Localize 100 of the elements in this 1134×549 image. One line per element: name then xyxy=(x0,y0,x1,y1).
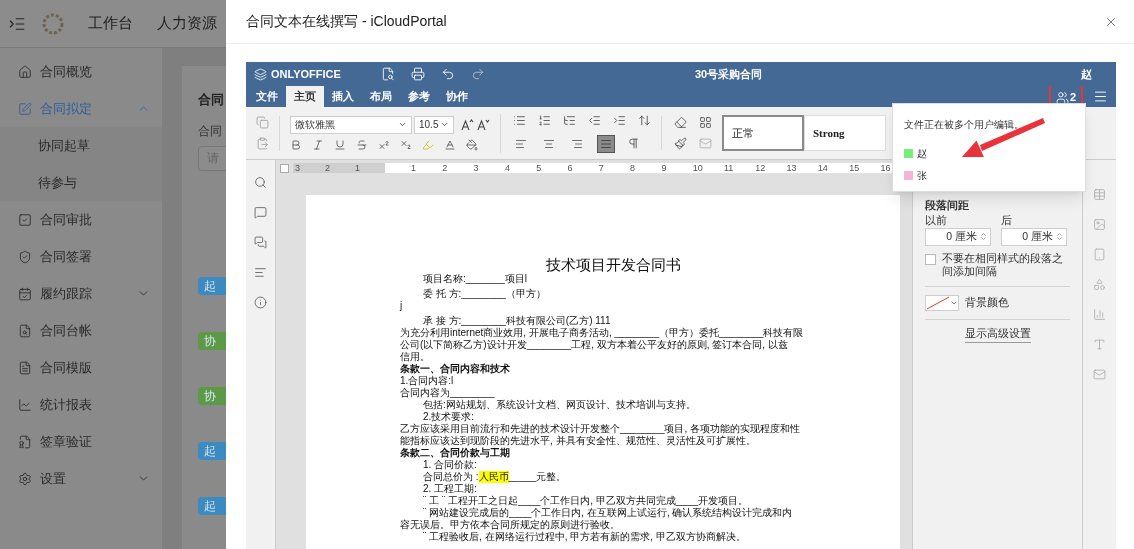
ruler-number: 2 xyxy=(325,163,331,173)
document-text: 2. 工程工期: xyxy=(423,483,477,495)
sidebar-item[interactable]: 统计报表 xyxy=(0,386,162,423)
ruler-number: 7 xyxy=(598,163,605,173)
ribbon-tab[interactable]: 参考 xyxy=(400,86,438,107)
ribbon-tab[interactable]: 插入 xyxy=(324,86,362,107)
multilevel-list-icon[interactable] xyxy=(563,113,576,127)
menu-icon[interactable] xyxy=(1093,89,1108,104)
sidebar-item[interactable]: 设置 xyxy=(0,460,162,497)
document-text: 2.技术要求: xyxy=(423,411,475,423)
document-heading: 条款二、合同价款与工期 xyxy=(400,447,510,459)
pilcrow-icon[interactable] xyxy=(627,137,640,150)
no-color-swatch-icon xyxy=(926,295,950,310)
align-icon xyxy=(600,137,612,150)
document-text: 1. 合同价款: xyxy=(423,459,477,471)
chat-icon[interactable] xyxy=(254,236,267,249)
navigation-icon[interactable] xyxy=(254,266,267,279)
document-text: 合同总价为 : xyxy=(423,471,479,483)
caret-icon xyxy=(398,120,407,129)
format-painter-icon[interactable] xyxy=(674,137,687,150)
info-icon[interactable] xyxy=(254,296,267,309)
numbered-list-icon[interactable] xyxy=(538,113,551,127)
comment-icon[interactable] xyxy=(254,206,267,219)
section-label: 段落间距 xyxy=(925,198,970,213)
font-color-icon[interactable] xyxy=(444,138,456,151)
decrease-indent-icon[interactable] xyxy=(588,113,601,127)
document-text: 1.合同内容:l xyxy=(400,375,454,387)
ruler-number: 3 xyxy=(295,163,301,173)
eraser-icon[interactable] xyxy=(674,116,687,129)
advanced-settings-link[interactable]: 显示高级设置 xyxy=(964,325,1031,343)
color-scheme-icon[interactable] xyxy=(699,116,712,129)
user-name: 赵 xyxy=(917,147,927,161)
spinner-icon xyxy=(979,232,988,242)
strikethrough-icon[interactable] xyxy=(356,138,368,151)
underline-icon[interactable] xyxy=(334,138,346,151)
search-icon[interactable] xyxy=(254,176,267,189)
sidebar-item[interactable]: 合同模版 xyxy=(0,349,162,386)
nav-link[interactable]: 工作台 xyxy=(88,12,133,35)
save-icon[interactable] xyxy=(380,67,395,81)
color-picker[interactable] xyxy=(925,294,959,311)
submenu-item[interactable]: 待参与 xyxy=(0,164,162,201)
sidebar-item[interactable]: 合同概览 xyxy=(0,53,162,90)
document-text: ¨ 网站建设完成后的____个工作日内, 在互联网上试运行, 确认系统结构设计完成和内 xyxy=(423,507,793,519)
ruler-number: 3 xyxy=(473,163,480,173)
document-text: 包括:网站规划、系统设计文档、网页设计、技术培训与支持。 xyxy=(423,399,696,411)
status-tag: 起 xyxy=(198,441,226,460)
sidebar-icon xyxy=(18,101,32,116)
align-icon xyxy=(515,137,527,150)
ribbon-tab[interactable]: 协作 xyxy=(438,86,476,107)
ribbon-tab[interactable]: 文件 xyxy=(248,86,286,107)
sidebar-icon xyxy=(18,434,32,449)
font-size-dropdown[interactable]: 10.5 xyxy=(414,115,454,134)
undo-icon[interactable] xyxy=(440,67,455,81)
ribbon-tab[interactable]: 主页 xyxy=(286,86,324,107)
page-title: 合同 xyxy=(198,91,225,109)
document-text: _____元整。 xyxy=(508,471,567,483)
print-icon[interactable] xyxy=(410,67,425,81)
increase-indent-icon[interactable] xyxy=(613,113,626,127)
ruler-number: 9 xyxy=(661,163,668,173)
popup-message: 文件正在被多个用户编辑。 xyxy=(904,118,1025,132)
sidebar-item[interactable]: 合同签署 xyxy=(0,238,162,275)
superscript-icon[interactable] xyxy=(378,138,390,151)
sidebar-item[interactable]: 履约跟踪 xyxy=(0,275,162,312)
sidebar-icon xyxy=(18,471,32,486)
spin-field[interactable]: 0 厘米 xyxy=(925,227,991,246)
submenu-item[interactable]: 协同起草 xyxy=(0,127,162,164)
paint-bucket-icon[interactable] xyxy=(466,138,478,151)
tab-stop-icon[interactable] xyxy=(280,163,289,173)
bold-icon[interactable] xyxy=(290,138,302,151)
subscript-icon[interactable] xyxy=(400,138,412,151)
sidebar-item[interactable]: 签章验证 xyxy=(0,423,162,460)
sidebar-item[interactable]: 合同台帐 xyxy=(0,312,162,349)
sidebar-item[interactable]: 合同审批 xyxy=(0,201,162,238)
current-user: 赵 xyxy=(1081,66,1092,82)
decrease-font-icon[interactable] xyxy=(476,117,490,132)
document-text: 公司(以下简称乙方)设计开发________工程, 双方本着公平友好的原则, 签订本合同, 以兹 xyxy=(400,339,788,351)
status-tag: 协 xyxy=(198,386,226,405)
ruler-number: 12 xyxy=(755,163,767,173)
logo-icon xyxy=(42,12,64,35)
redo-icon[interactable] xyxy=(470,67,485,81)
ribbon-tab[interactable]: 布局 xyxy=(362,86,400,107)
status-tag: 起 xyxy=(198,496,226,515)
line-spacing-icon[interactable] xyxy=(638,113,651,127)
document-text: ¨ 工 ¨ 工程开工之日起____个工作日内, 甲乙双方共同完成____开发项目。 xyxy=(423,495,749,507)
spin-field[interactable]: 0 厘米 xyxy=(1001,227,1067,246)
italic-icon[interactable] xyxy=(312,138,324,151)
increase-font-icon[interactable] xyxy=(460,117,474,132)
field-label: 背景颜色 xyxy=(965,294,1009,310)
paste-icon[interactable] xyxy=(256,137,269,150)
document-text: 承 接 方:________科技有限公司(乙方) 111 xyxy=(423,315,611,327)
bullet-list-icon[interactable] xyxy=(513,113,526,127)
checkbox[interactable] xyxy=(925,253,936,265)
nav-link[interactable]: 人力资源 xyxy=(157,12,217,35)
ruler-number: 1 xyxy=(355,163,361,173)
align-button[interactable] xyxy=(597,134,615,153)
font-dropdown[interactable]: 微软雅黑 xyxy=(290,115,412,134)
style-preview[interactable]: 正常 xyxy=(722,115,804,151)
ruler-number: 14 xyxy=(817,163,829,173)
style-preview[interactable]: Strong xyxy=(804,115,886,151)
ruler-number: 8 xyxy=(630,163,637,173)
